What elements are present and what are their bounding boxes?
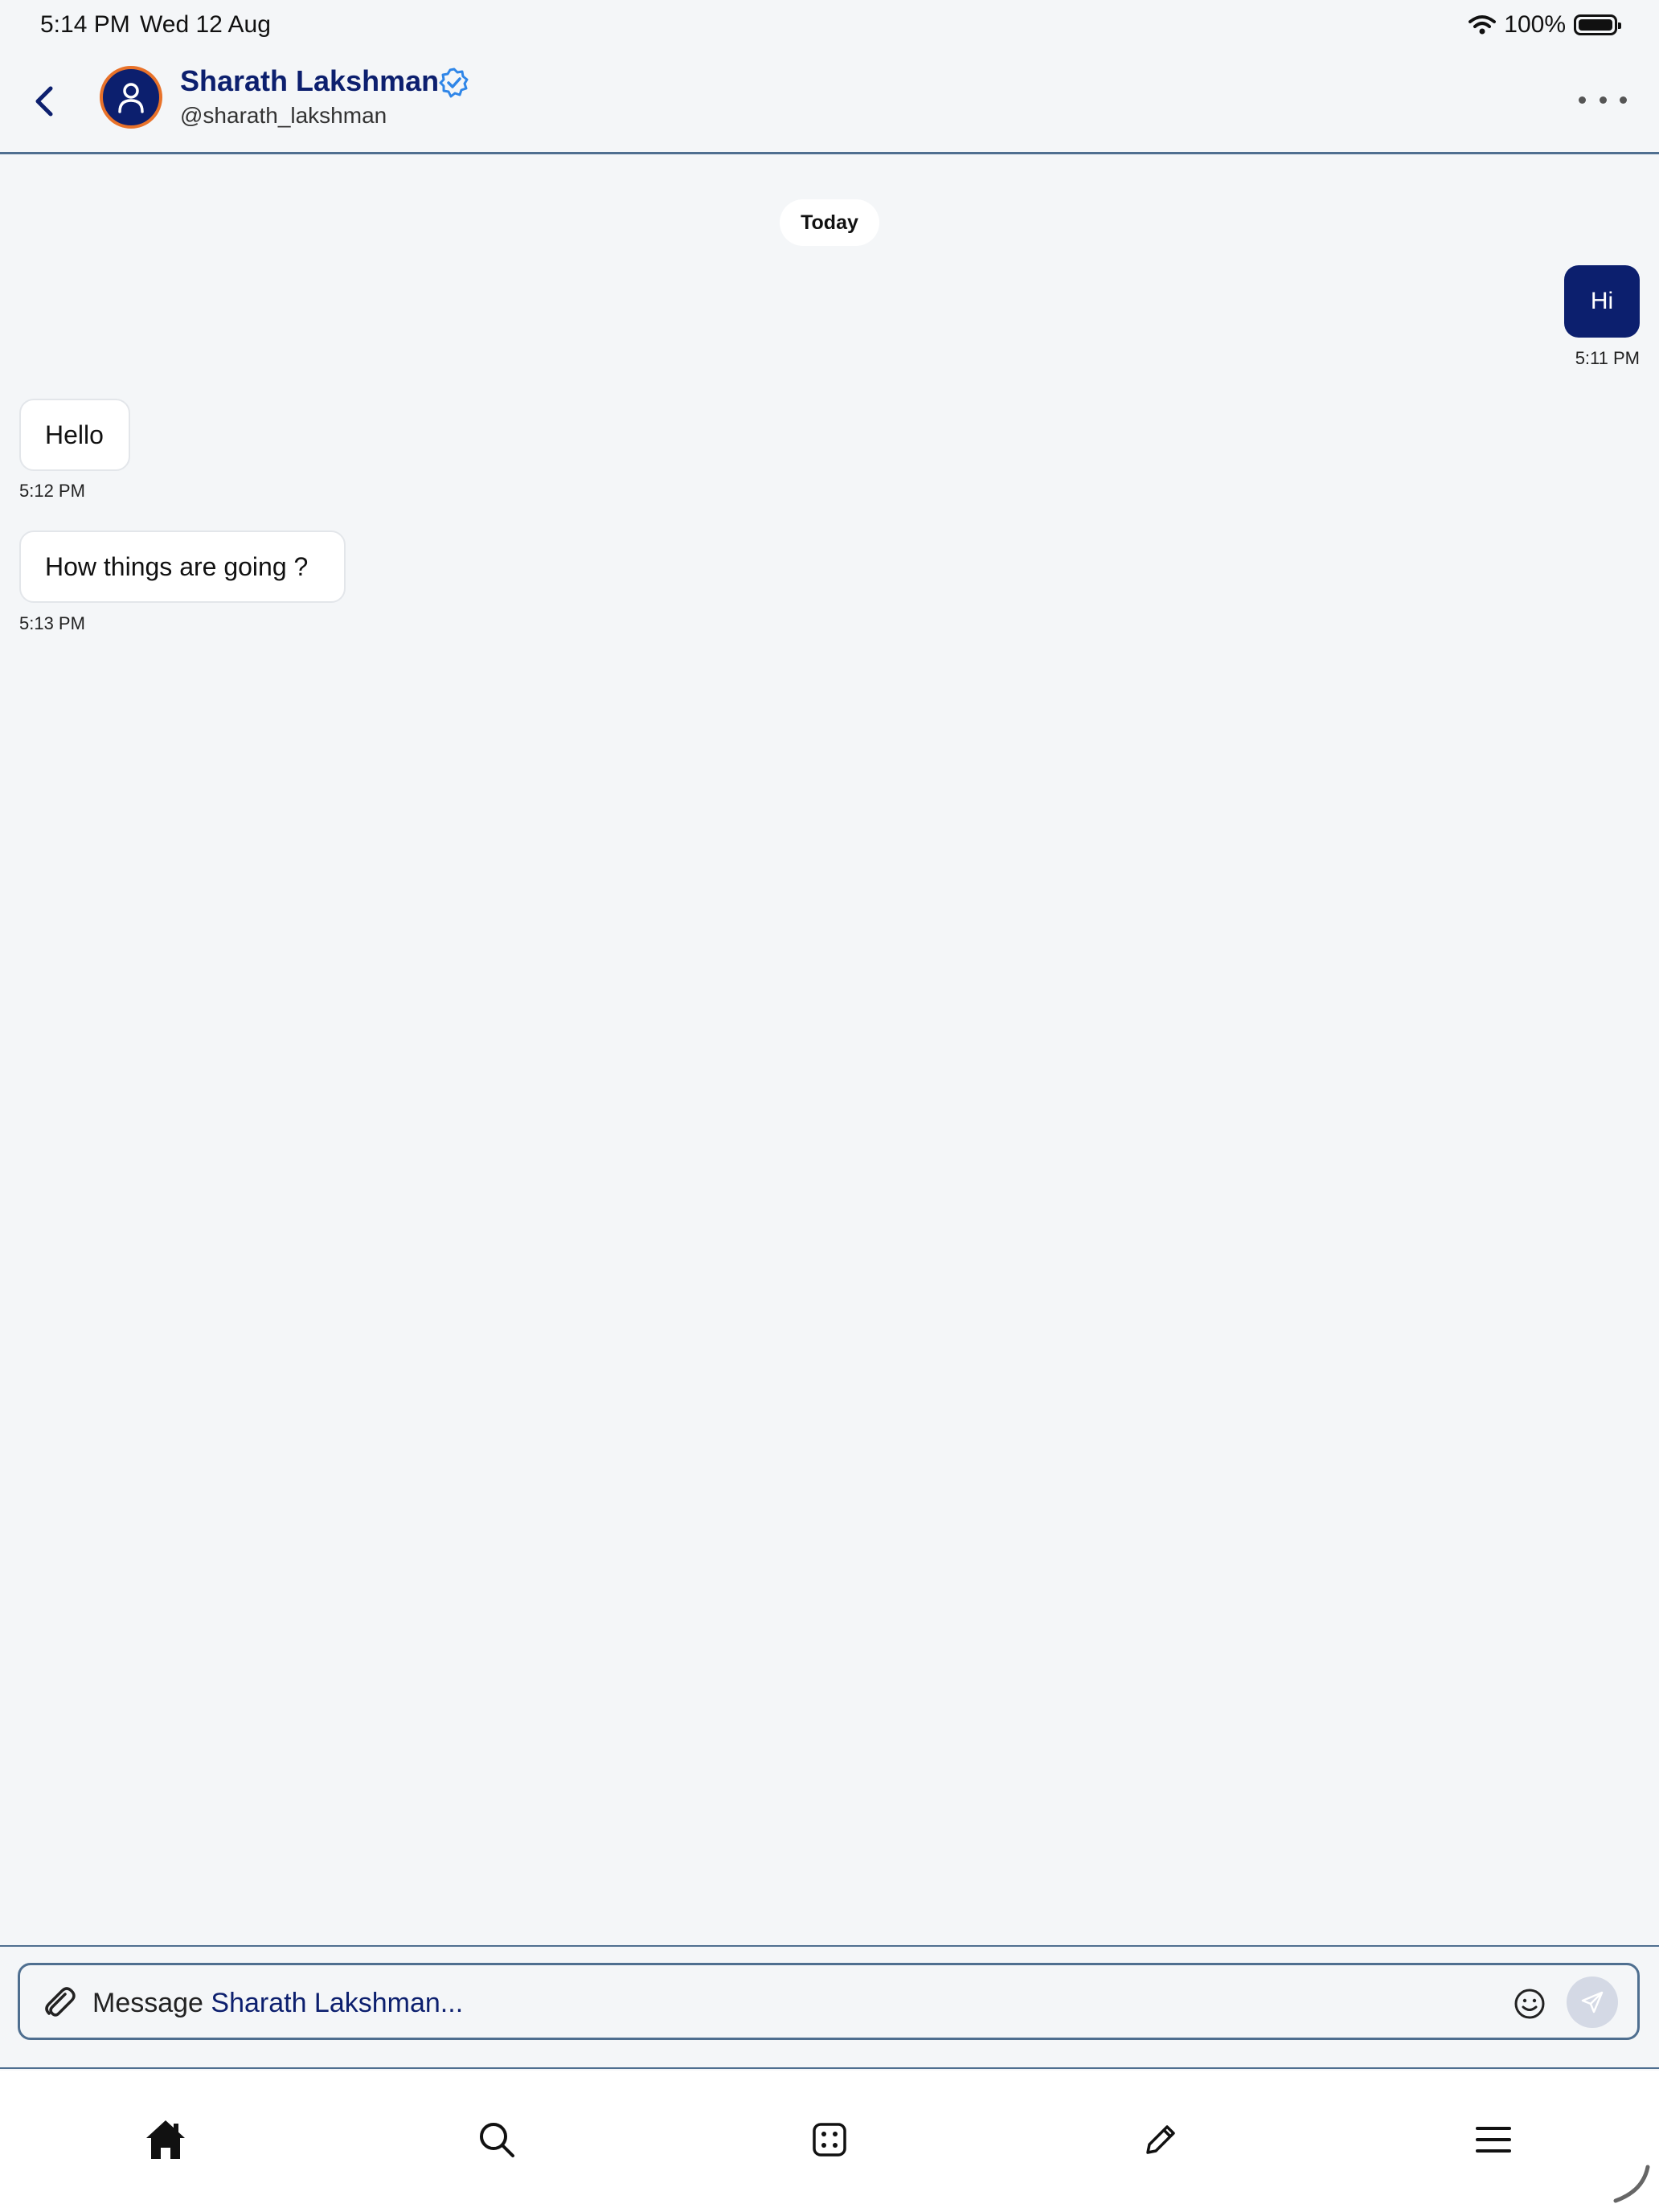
loading-arc-icon — [1613, 2165, 1650, 2203]
avatar[interactable] — [100, 66, 162, 129]
home-icon — [146, 2120, 185, 2159]
placeholder-contact-name: Sharath Lakshman... — [211, 1988, 464, 2018]
more-horizontal-icon — [1579, 96, 1586, 104]
send-icon — [1581, 1991, 1604, 2013]
nav-apps[interactable] — [805, 2116, 854, 2164]
message-bubble-incoming[interactable]: How things are going ? — [19, 530, 346, 603]
contact-name[interactable]: Sharath Lakshman — [180, 64, 439, 98]
status-time: 5:14 PM — [40, 11, 130, 38]
composer-bar: Message Sharath Lakshman... — [0, 1945, 1659, 2069]
battery-percent: 100% — [1504, 11, 1566, 38]
contact-handle: @sharath_lakshman — [180, 103, 387, 128]
smiley-icon[interactable] — [1512, 1986, 1547, 2022]
message-placeholder: Message Sharath Lakshman... — [92, 1988, 463, 2019]
nav-compose[interactable] — [1137, 2116, 1185, 2164]
back-button[interactable] — [27, 79, 59, 124]
paperclip-icon[interactable] — [41, 1985, 78, 2022]
status-bar: 5:14 PM Wed 12 Aug 100% — [0, 0, 1659, 51]
compose-icon — [1146, 2125, 1175, 2154]
search-icon — [480, 2123, 514, 2157]
send-button[interactable] — [1567, 1976, 1618, 2028]
nav-search[interactable] — [473, 2116, 521, 2164]
apps-icon — [813, 2123, 846, 2157]
message-input[interactable]: Message Sharath Lakshman... — [18, 1963, 1640, 2040]
menu-icon — [1476, 2127, 1511, 2153]
status-date: Wed 12 Aug — [140, 11, 271, 38]
message-bubble-incoming[interactable]: Hello — [19, 399, 130, 471]
nav-menu[interactable] — [1469, 2116, 1518, 2164]
nav-home[interactable] — [141, 2116, 190, 2164]
bottom-nav — [0, 2071, 1659, 2212]
verified-badge-icon — [439, 68, 469, 98]
chat-header: Sharath Lakshman @sharath_lakshman — [0, 51, 1659, 154]
placeholder-prefix: Message — [92, 1988, 211, 2018]
message-bubble-outgoing[interactable]: Hi — [1564, 265, 1640, 338]
user-icon — [118, 83, 144, 113]
message-time: 5:13 PM — [19, 613, 85, 633]
message-time: 5:12 PM — [19, 481, 85, 501]
battery-icon — [1574, 14, 1621, 35]
wifi-icon — [1469, 15, 1497, 35]
more-options-button[interactable] — [1579, 90, 1627, 109]
chevron-left-icon — [35, 86, 53, 117]
date-divider: Today — [780, 199, 879, 246]
status-indicators: 100% — [1469, 11, 1621, 39]
message-time: 5:11 PM — [1575, 348, 1640, 368]
